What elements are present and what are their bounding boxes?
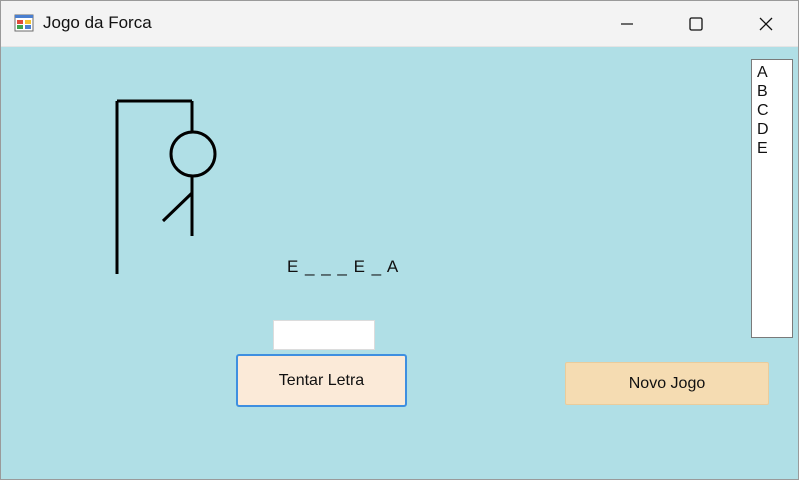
guessed-letters-list[interactable]: A B C D E bbox=[751, 59, 793, 338]
minimize-icon bbox=[621, 22, 633, 25]
minimize-button[interactable] bbox=[604, 1, 650, 46]
list-item[interactable]: A bbox=[757, 63, 792, 82]
maximize-button[interactable] bbox=[673, 1, 719, 46]
list-item[interactable]: B bbox=[757, 82, 792, 101]
hangman-left-arm bbox=[161, 191, 194, 223]
hangman-drawing bbox=[115, 99, 217, 274]
try-letter-button[interactable]: Tentar Letra bbox=[236, 354, 407, 407]
letter-input[interactable] bbox=[273, 320, 375, 350]
list-item[interactable]: D bbox=[757, 120, 792, 139]
close-button[interactable] bbox=[743, 1, 789, 46]
window-title: Jogo da Forca bbox=[43, 13, 152, 32]
maximize-icon bbox=[689, 16, 703, 31]
close-icon bbox=[759, 17, 773, 30]
new-game-button[interactable]: Novo Jogo bbox=[565, 362, 769, 405]
title-bar[interactable]: Jogo da Forca bbox=[1, 1, 798, 47]
app-form-icon bbox=[14, 14, 34, 32]
hangman-head bbox=[169, 130, 217, 178]
list-item[interactable]: E bbox=[757, 139, 792, 158]
list-item[interactable]: C bbox=[757, 101, 792, 120]
word-display: E _ _ _ E _ A bbox=[287, 257, 400, 276]
game-window: Jogo da Forca E _ _ _ E _ A Tentar Letra bbox=[0, 0, 799, 480]
